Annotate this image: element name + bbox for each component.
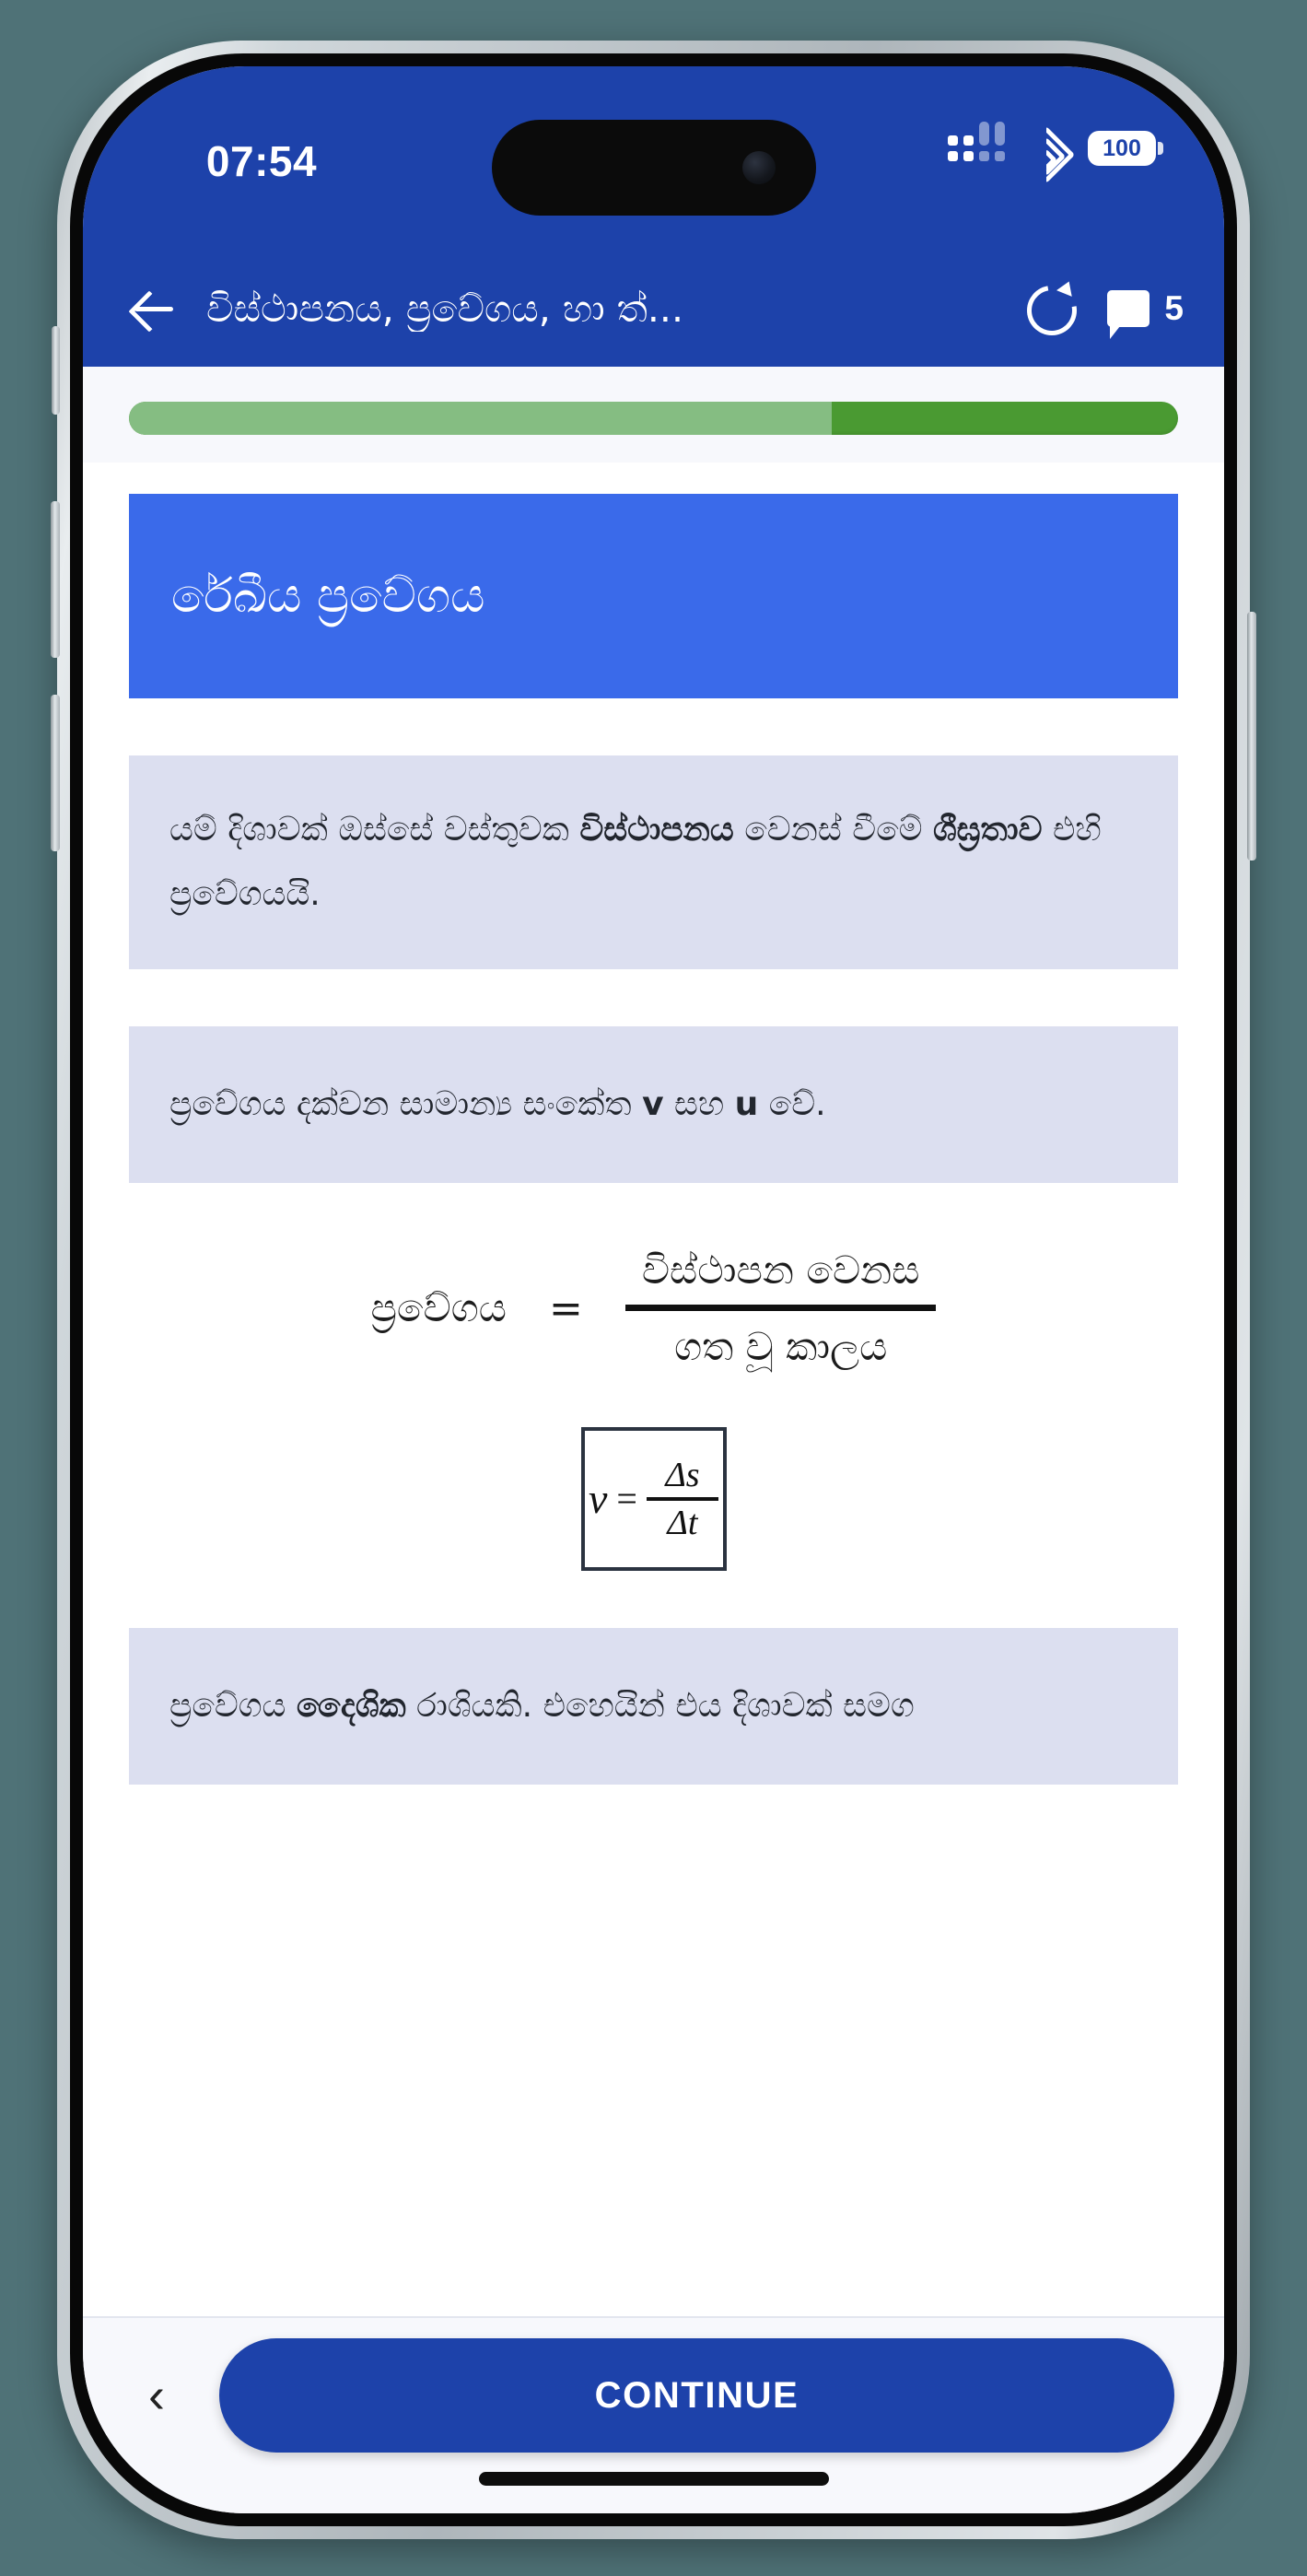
status-bar: 07:54 100 [83,66,1224,251]
dynamic-island [491,120,816,216]
lesson-scroll-area[interactable]: රේඛීය ප්‍රවේගය යම් දිශාවක් ඔස්සේ වස්තුවක… [83,494,1224,1785]
power-button[interactable] [1247,612,1256,861]
word-formula-lhs: ප්‍රවේගය [370,1285,507,1331]
equation-numerator: Δs [665,1455,700,1494]
comment-button[interactable]: 5 [1107,289,1184,339]
boxed-equation: v = Δs Δt [580,1426,727,1571]
bottom-navigation-bar: ‹ CONTINUE [83,2316,1224,2513]
refresh-ring [1017,275,1088,345]
lesson-text-block-3: ප්‍රවේගය දෛශික රාශියකි. එහෙයින් එය දිශාව… [129,1627,1178,1785]
word-formula: ප්‍රවේගය = විස්ථාපන වෙනස ගත වූ කාලය [83,1247,1224,1370]
block2-part3: වේ. [758,1085,826,1124]
app-bar: විස්ථාපනය, ප්‍රවේගය, හා ත්... 5 [83,251,1224,367]
lesson-content[interactable]: රේඛීය ප්‍රවේගය යම් දිශාවක් ඔස්සේ වස්තුවක… [83,367,1224,2316]
equation-denominator: Δt [667,1503,698,1542]
refresh-icon[interactable] [1017,275,1088,345]
block2-bold2: u [734,1085,759,1124]
word-formula-numerator: විස්ථාපන වෙනස [641,1247,920,1293]
block1-part1: යම් දිශාවක් ඔස්සේ වස්තුවක [169,811,580,849]
equation-variable: v [589,1475,608,1523]
block3-part2: රාශියකි. එහෙයින් එය දිශාවක් සමග [405,1686,915,1725]
lesson-progress-bar [129,402,1178,435]
phone-device-frame: 07:54 100 විස්ථාපනය, [51,41,1256,2539]
status-bar-indicators: 100 [948,122,1163,184]
page-title: විස්ථාපනය, ප්‍රවේගය, හා ත්... [206,286,683,331]
home-indicator[interactable] [478,2472,829,2486]
continue-button[interactable]: CONTINUE [219,2338,1174,2453]
volume-up-button[interactable] [51,501,60,658]
word-formula-denominator: ගත වූ කාලය [674,1323,888,1369]
wifi-icon [1017,125,1076,184]
comment-count: 5 [1164,289,1184,327]
block1-part2: වෙනස් වීමේ [733,811,933,849]
block1-bold2: ශීඝ්‍රතාව [932,811,1043,849]
front-camera-icon [741,151,776,184]
fraction-bar [624,1304,937,1311]
silent-switch[interactable] [52,326,60,415]
lesson-progress-fill [129,402,833,435]
comment-icon [1107,290,1150,339]
back-arrow-icon[interactable] [123,278,184,339]
lesson-title-text: රේඛීය ප්‍රවේගය [171,568,485,624]
block2-part1: ප්‍රවේගය දක්වන සාමාන්‍ය සංකේත [169,1085,643,1124]
lesson-text-block-2: ප්‍රවේගය දක්වන සාමාන්‍ය සංකේත v සහ u වේ. [129,1026,1178,1183]
block2-part2: සහ [663,1085,735,1124]
phone-screen: 07:54 100 විස්ථාපනය, [83,66,1224,2513]
chevron-left-icon[interactable]: ‹ [133,2363,181,2428]
block1-bold1: විස්ථාපනය [579,811,734,849]
battery-icon: 100 [1088,131,1163,166]
status-bar-clock: 07:54 [205,137,318,185]
lesson-text-block-1: යම් දිශාවක් ඔස්සේ වස්තුවක විස්ථාපනය වෙනස… [129,755,1178,970]
equation-equals: = [616,1478,637,1520]
volume-down-button[interactable] [51,695,60,851]
word-formula-equals: = [548,1284,583,1332]
word-formula-fraction: විස්ථාපන වෙනස ගත වූ කාලය [624,1247,937,1370]
progress-section [83,367,1224,463]
cellular-dots-icon [948,122,1005,161]
block3-bold1: දෛශික [296,1686,406,1725]
block2-bold1: v [642,1085,664,1124]
equation-fraction: Δs Δt [646,1453,718,1545]
lesson-title-card: රේඛීය ප්‍රවේගය [129,494,1178,698]
phone-bezel: 07:54 100 විස්ථාපනය, [70,53,1237,2526]
block3-part1: ප්‍රවේගය [169,1686,297,1725]
